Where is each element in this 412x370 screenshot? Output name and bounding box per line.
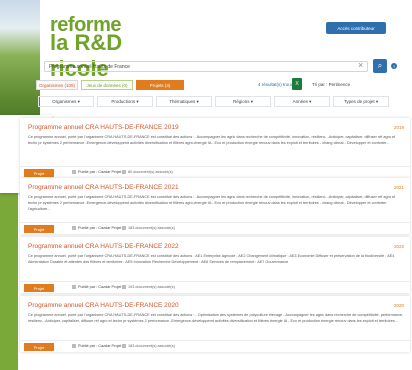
card-title[interactable]: Programme annuel CRA HAUTS-DE-FRANCE 202… (28, 302, 179, 309)
card-footer: Projet Publié par : Cazdar Projet 183 do… (20, 222, 410, 234)
result-card: Programme annuel CRA HAUTS-DE-FRANCE 201… (20, 118, 410, 178)
card-description: Ce programme annuel, porté par l'organis… (28, 254, 395, 264)
tab-projets[interactable]: Projets (4) (136, 80, 184, 90)
document-icon (122, 344, 126, 348)
projet-button[interactable]: Projet (24, 343, 54, 351)
excel-export-icon[interactable]: X (292, 78, 302, 90)
card-title[interactable]: Programme annuel CRA HAUTS-DE-FRANCE 202… (28, 243, 179, 250)
card-footer: Projet Publié par : Cazdar Projet 183 do… (20, 340, 410, 352)
filter-productions[interactable]: Productions ▾ (97, 96, 153, 107)
clear-search-icon[interactable]: × (358, 60, 363, 70)
card-title[interactable]: Programme annuel CRA HAUTS-DE-FRANCE 202… (28, 184, 179, 191)
user-icon (72, 226, 76, 230)
user-icon (72, 285, 76, 289)
card-description: Ce programme annuel, porté par l'organis… (28, 135, 396, 145)
result-card: Programme annuel CRA HAUTS-DE-FRANCE 202… (20, 296, 410, 352)
card-year: 2019 (393, 125, 404, 130)
tab-organismes[interactable]: Organismes (109) (36, 80, 78, 90)
card-description: Ce programme annuel, porté par l'organis… (28, 313, 404, 323)
user-icon (72, 170, 76, 174)
projet-button[interactable]: Projet (24, 225, 54, 233)
sort-select[interactable]: Tri par : Pertinence (312, 82, 350, 87)
documents-link[interactable]: 193 document(s) associé(s) (122, 285, 175, 289)
card-year: 2020 (393, 303, 404, 308)
card-footer: Projet Publié par : Cazdar Projet 80 doc… (20, 166, 410, 178)
filter-organismes[interactable]: Organismes ▾ (38, 96, 94, 107)
documents-link[interactable]: 183 document(s) associé(s) (122, 226, 175, 230)
published-by: Publié par : Cazdar Projet (72, 226, 121, 230)
filter-bar: Organismes ▾ Productions ▾ Thématiques ▾… (38, 96, 410, 108)
contributor-access-button[interactable]: Accès contributeur (326, 22, 386, 34)
result-card: Programme annuel CRA HAUTS-DE-FRANCE 202… (20, 237, 410, 293)
published-by: Publié par : Cazdar Projet (72, 170, 121, 174)
card-title[interactable]: Programme annuel CRA HAUTS-DE-FRANCE 201… (28, 124, 179, 131)
projet-button[interactable]: Projet (24, 169, 54, 177)
result-tabs: Organismes (109) Jeux de données (0) Pro… (36, 80, 184, 90)
help-icon[interactable]: ? (391, 63, 397, 69)
filter-thematiques[interactable]: Thématiques ▾ (156, 96, 212, 107)
documents-link[interactable]: 80 document(s) associé(s) (122, 170, 173, 174)
document-icon (122, 170, 126, 174)
published-by: Publié par : Cazdar Projet (72, 285, 121, 289)
card-year: 2022 (393, 244, 404, 249)
tab-jeux-de-donnees[interactable]: Jeux de données (0) (81, 80, 133, 90)
logo-line2: la R&D ricole (50, 30, 123, 81)
card-year: 2021 (393, 185, 404, 190)
search-button[interactable]: ⌕ (373, 59, 387, 73)
card-footer: Projet Publié par : Cazdar Projet 193 do… (20, 281, 410, 293)
search-input[interactable]: Programme annuel Hauts de France (44, 61, 368, 72)
document-icon (122, 285, 126, 289)
card-description: Ce programme annuel, porté par l'organis… (28, 195, 396, 211)
documents-link[interactable]: 183 document(s) associé(s) (122, 344, 175, 348)
published-by: Publié par : Cazdar Projet (72, 344, 121, 348)
filter-types-projet[interactable]: Types de projet ▾ (333, 96, 389, 107)
user-icon (72, 344, 76, 348)
filter-regions[interactable]: Régions ▾ (215, 96, 271, 107)
search-icon: ⌕ (377, 61, 383, 70)
result-card: Programme annuel CRA HAUTS-DE-FRANCE 202… (20, 178, 410, 234)
filter-annees[interactable]: Années ▾ (274, 96, 330, 107)
document-icon (122, 226, 126, 230)
projet-button[interactable]: Projet (24, 284, 54, 292)
